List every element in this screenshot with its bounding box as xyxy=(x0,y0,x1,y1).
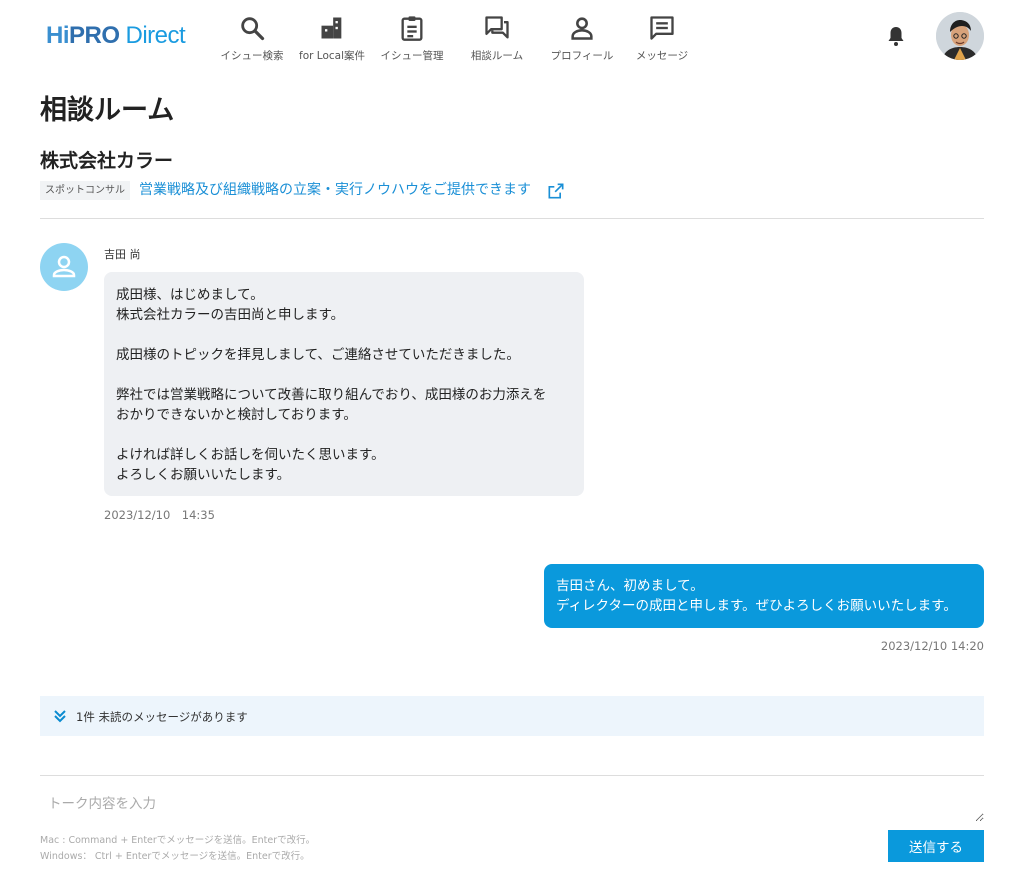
building-icon xyxy=(321,17,342,39)
nav-profile[interactable]: プロフィール xyxy=(542,12,622,63)
double-chevron-down-icon xyxy=(54,710,66,723)
message-icon xyxy=(650,16,674,40)
hint-windows: Windows： Ctrl + Enterでメッセージを送信。Enterで改行。 xyxy=(40,851,310,862)
company-name: 株式会社カラー xyxy=(40,150,174,172)
nav-issue-manage[interactable]: イシュー管理 xyxy=(372,12,452,63)
nav-issue-search[interactable]: イシュー検索 xyxy=(212,12,292,63)
spot-consult-tag: スポットコンサル xyxy=(40,181,130,200)
page-title: 相談ルーム xyxy=(40,95,175,126)
clipboard-icon xyxy=(401,16,423,41)
user-photo xyxy=(936,12,984,60)
hipro-direct-logo[interactable]: HiPRO Direct xyxy=(46,22,186,50)
message-input[interactable] xyxy=(40,786,984,822)
person-icon xyxy=(52,255,76,278)
topic-link[interactable]: 営業戦略及び組織戦略の立案・実行ノウハウをご提供できます xyxy=(139,180,531,200)
nav-for-local[interactable]: for Local案件 xyxy=(292,12,372,63)
sender-avatar xyxy=(40,243,88,291)
sender-name: 吉田 尚 xyxy=(104,248,141,261)
hint-mac: Mac : Command + Enterでメッセージを送信。Enterで改行。 xyxy=(40,835,316,846)
header: HiPRO Direct イシュー検索 for Local案件 イシュー管理 相談… xyxy=(0,0,1024,72)
person-icon xyxy=(571,17,593,40)
unread-text: 1件 未読のメッセージがあります xyxy=(76,710,248,724)
incoming-message: 成田様、はじめまして。 株式会社カラーの吉田尚と申します。 成田様のトピックを拝… xyxy=(104,272,584,496)
search-icon xyxy=(241,17,265,41)
divider xyxy=(40,775,984,776)
send-button[interactable]: 送信する xyxy=(888,830,984,862)
main-nav: イシュー検索 for Local案件 イシュー管理 相談ルーム プロフィール メ… xyxy=(212,12,702,63)
unread-messages-bar[interactable]: 1件 未読のメッセージがあります xyxy=(40,696,984,736)
user-avatar[interactable] xyxy=(936,12,984,60)
outgoing-timestamp: 2023/12/10 14:20 xyxy=(880,639,984,653)
nav-consult-room[interactable]: 相談ルーム xyxy=(452,12,542,63)
external-link-icon[interactable] xyxy=(546,181,566,201)
divider xyxy=(40,218,984,219)
incoming-timestamp: 2023/12/10 14:35 xyxy=(104,508,215,522)
nav-messages[interactable]: メッセージ xyxy=(622,12,702,63)
chat-bubbles-icon xyxy=(485,16,509,39)
outgoing-message: 吉田さん、初めまして。 ディレクターの成田と申します。ぜひよろしくお願いいたしま… xyxy=(544,564,984,628)
bell-icon[interactable] xyxy=(884,24,908,48)
